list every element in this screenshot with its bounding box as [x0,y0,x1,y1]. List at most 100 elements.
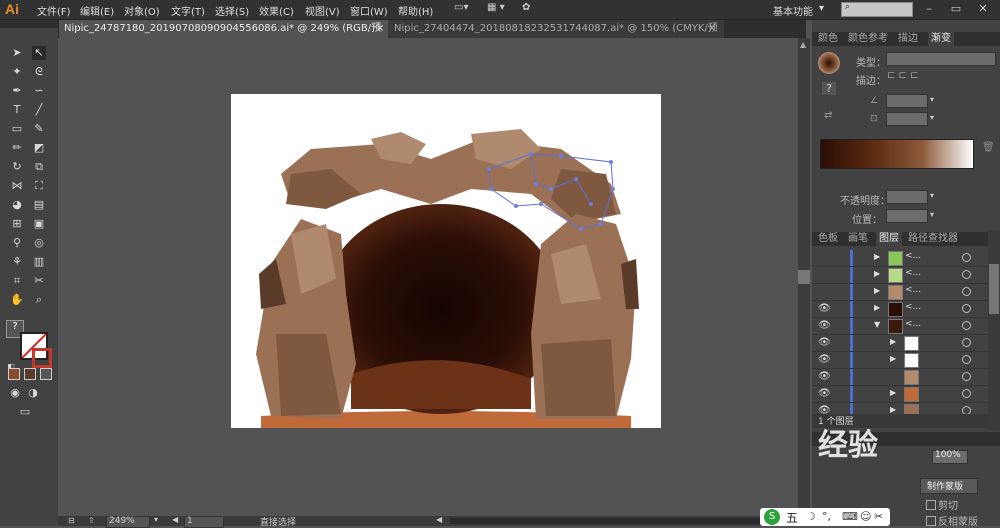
scale-tool-icon[interactable]: ⧉ [32,160,46,174]
layer-row[interactable]: 👁 ▼ <... [812,318,994,335]
menu-view[interactable]: 视图(V) [305,3,340,18]
layer-row[interactable]: 👁 [812,369,994,386]
free-transform-icon[interactable]: ⛶ [32,179,46,193]
layer-row[interactable]: ▶ <... [812,267,994,284]
help-icon[interactable]: ? [822,82,836,95]
menu-type[interactable]: 文字(T) [171,3,205,18]
tab-document-1[interactable]: Nipic_24787180_20190708090904556086.ai* … [58,20,392,52]
menu-window[interactable]: 窗口(W) [350,3,388,18]
tab-gradient[interactable]: 渐变 [928,32,954,46]
vertical-scrollbar[interactable]: ▲ [798,38,810,516]
eraser-icon[interactable]: ◩ [32,141,46,155]
invert-mask-checkbox[interactable] [926,516,936,526]
tab-color[interactable]: 颜色 [818,32,838,46]
moon-icon[interactable]: ☽ [806,510,816,523]
artboard[interactable] [231,94,661,437]
close-icon[interactable]: ✕ [972,2,994,16]
scroll-thumb[interactable] [798,270,810,284]
expand-icon[interactable]: ▶ [874,252,880,261]
expand-icon[interactable]: ▶ [890,388,896,397]
menu-edit[interactable]: 编辑(E) [80,3,114,18]
scroll-up-icon[interactable]: ▲ [800,40,806,49]
draw-behind-icon[interactable]: ◑ [26,386,40,400]
chevron-down-icon[interactable]: ▾ [930,191,934,200]
position-field[interactable] [886,209,928,223]
tab-layers[interactable]: 图层 [876,232,902,246]
slice-tool-icon[interactable]: ✂ [32,274,46,288]
sync-icon[interactable]: ✿ [522,2,538,16]
screen-mode-icon[interactable]: ▭ [18,405,32,419]
tools-icon[interactable]: ✂ [874,510,883,523]
tab-color-guide[interactable]: 颜色参考 [848,32,888,46]
shape-builder-icon[interactable]: ◕ [10,198,24,212]
tab-stroke[interactable]: 描边 [898,32,918,46]
tab-document-2[interactable]: Nipic_27404474_20180818232531744087.ai* … [388,20,724,52]
user-icon[interactable]: ☺ [860,510,871,523]
eye-icon[interactable]: 👁 [818,371,831,382]
magic-wand-icon[interactable]: ✦ [10,65,24,79]
menu-select[interactable]: 选择(S) [215,3,249,18]
eye-icon[interactable]: 👁 [818,303,831,314]
layers-scrollbar[interactable] [988,230,1000,430]
zoom-tool-icon[interactable]: ⌕ [32,293,46,307]
tab-pathfinder[interactable]: 路径查找器 [908,232,958,246]
expand-icon[interactable]: ▶ [890,354,896,363]
type-tool-icon[interactable]: T [10,103,24,117]
eyedropper-icon[interactable]: ⚲ [10,236,24,250]
keyboard-icon[interactable]: ⌨ [842,510,858,523]
chevron-down-icon[interactable]: ▾ [930,95,934,104]
lasso-icon[interactable]: ᘓ [32,65,46,79]
column-graph-icon[interactable]: ▥ [32,255,46,269]
layer-row[interactable]: 👁 ▶ [812,386,994,403]
eye-icon[interactable]: 👁 [818,337,831,348]
expand-icon[interactable]: ▶ [874,286,880,295]
eye-icon[interactable]: 👁 [818,320,831,331]
page-number[interactable]: 1 [187,516,193,526]
chevron-down-icon[interactable]: ▾ [819,3,824,14]
ime-mode[interactable]: 五 [786,509,798,526]
pen-tool-icon[interactable]: ✒ [10,84,24,98]
draw-mode-icon[interactable]: ◉ [8,386,22,400]
eye-icon[interactable]: 👁 [818,388,831,399]
gradient-aspect-field[interactable] [886,112,928,126]
rectangle-tool-icon[interactable]: ▭ [10,122,24,136]
menu-file[interactable]: 文件(F) [37,3,71,18]
layer-row[interactable]: ▶ <... [812,250,994,267]
share-icon[interactable]: ⇪ [88,516,95,525]
layer-row[interactable]: ▶ <... [812,284,994,301]
symbol-sprayer-icon[interactable]: ⚘ [10,255,24,269]
reverse-gradient-icon[interactable]: ⇄ [824,110,832,121]
collapse-icon[interactable]: ▼ [874,320,880,329]
menu-object[interactable]: 对象(O) [124,3,160,18]
close-icon[interactable]: × [376,20,384,38]
gradient-type-select[interactable] [886,52,996,66]
perspective-grid-icon[interactable]: ▤ [32,198,46,212]
punctuation-icon[interactable]: °, [822,510,831,523]
stroke-swatch[interactable] [32,348,52,368]
expand-icon[interactable]: ▶ [874,303,880,312]
direct-selection-tool-icon[interactable]: ↖ [32,46,46,60]
tab-swatches[interactable]: 色板 [818,232,838,246]
search-input[interactable]: ⌕ [841,2,913,17]
sogou-icon[interactable]: S [764,509,780,525]
minimize-icon[interactable]: – [918,2,940,16]
none-mode-icon[interactable] [40,368,52,380]
pencil-icon[interactable]: ✏ [10,141,24,155]
transparency-opacity-field[interactable]: 100% [932,450,968,464]
mesh-tool-icon[interactable]: ⊞ [10,217,24,231]
rotate-tool-icon[interactable]: ↻ [10,160,24,174]
layer-row[interactable]: 👁 ▶ [812,352,994,369]
stroke-options-icon[interactable]: ⊏ ⊏ ⊏ [887,70,919,81]
gradient-tool-icon[interactable]: ▣ [32,217,46,231]
arrange-documents-icon[interactable]: ▦ ▾ [487,2,515,16]
zoom-level[interactable]: 249% [109,516,135,526]
width-tool-icon[interactable]: ⋈ [10,179,24,193]
first-page-icon[interactable]: ◀ [172,515,178,524]
artboard-nav-icon[interactable]: ⊟ [68,516,75,525]
clip-checkbox[interactable] [926,500,936,510]
layer-row[interactable]: 👁 ▶ [812,335,994,352]
menu-help[interactable]: 帮助(H) [398,3,433,18]
expand-icon[interactable]: ▶ [890,337,896,346]
layer-row[interactable]: 👁 ▶ <... [812,301,994,318]
scroll-left-icon[interactable]: ◀ [436,515,442,524]
